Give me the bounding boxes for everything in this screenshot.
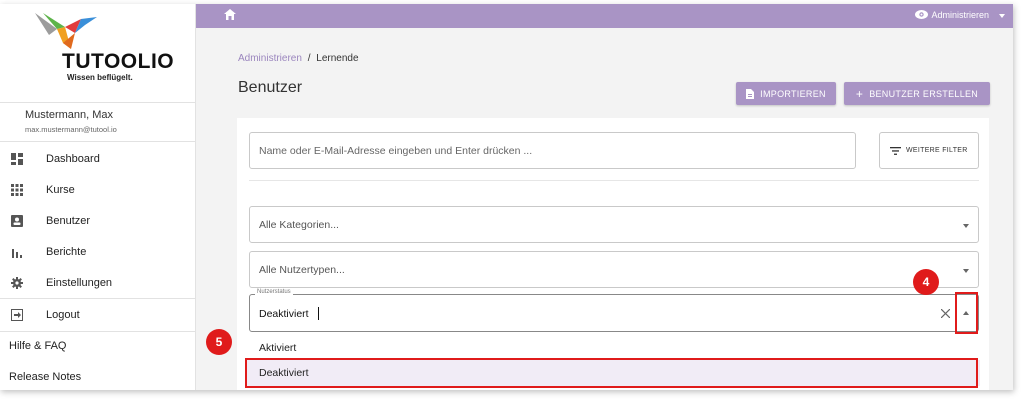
brand-name: TUTOOLIO [62,50,175,73]
import-button[interactable]: IMPORTIEREN [736,82,836,105]
sidebar-item-einstellungen[interactable]: Einstellungen [0,268,196,299]
status-select[interactable]: Deaktiviert [249,294,979,332]
sidebar-item-label: Logout [46,309,80,321]
sidebar-item-dashboard[interactable]: Dashboard [0,144,196,175]
filter-icon [890,147,901,155]
clear-icon[interactable] [941,309,950,318]
text-cursor [318,307,319,320]
sidebar-item-kurse[interactable]: Kurse [0,175,196,206]
breadcrumb-current: Lernende [316,53,359,64]
user-info: Mustermann, Max max.mustermann@tutool.io [0,102,196,142]
chevron-down-icon [963,269,969,273]
sidebar-item-label: Berichte [46,246,87,258]
category-select[interactable]: Alle Kategorien... [249,206,979,243]
chevron-down-icon[interactable] [999,14,1005,18]
sidebar-item-label: Dashboard [46,153,100,165]
sidebar-divider [0,298,196,299]
eye-icon [915,10,928,19]
create-user-button[interactable]: + BENUTZER ERSTELLEN [844,82,990,105]
brand-tagline: Wissen beflügelt. [67,73,133,82]
highlight-box-option [245,358,978,388]
import-button-label: IMPORTIEREN [760,88,826,99]
breadcrumb-parent[interactable]: Administrieren [238,53,302,64]
user-name: Mustermann, Max [25,109,114,121]
grid-icon [11,184,23,196]
home-icon[interactable] [224,9,236,20]
dashboard-icon [11,153,23,165]
category-value: Alle Kategorien... [259,219,339,231]
help-faq-link[interactable]: Hilfe & FAQ [9,340,66,352]
sidebar-item-label: Benutzer [46,215,91,227]
step-badge-5: 5 [206,329,232,355]
status-field-label: Nutzerstatus [255,289,293,295]
breadcrumb-separator: / [307,53,311,64]
bar-chart-icon [12,249,22,258]
user-email: max.mustermann@tutool.io [25,125,117,134]
release-notes-link[interactable]: Release Notes [9,371,81,383]
file-icon [746,88,755,99]
status-value: Deaktiviert [259,308,309,320]
sidebar: TUTOOLIO Wissen beflügelt. Mustermann, M… [0,4,196,390]
divider [249,180,979,181]
create-user-button-label: BENUTZER ERSTELLEN [869,88,979,99]
step-badge-4: 4 [913,269,939,295]
sidebar-item-benutzer[interactable]: Benutzer [0,206,196,237]
logout-icon [11,309,23,321]
search-placeholder: Name oder E-Mail-Adresse eingeben und En… [259,145,533,157]
app-window: TUTOOLIO Wissen beflügelt. Mustermann, M… [0,4,1013,390]
breadcrumb: Administrieren / Lernende [238,53,359,64]
more-filters-button[interactable]: WEITERE FILTER [879,132,979,169]
logo: TUTOOLIO Wissen beflügelt. [0,4,196,102]
gear-icon [11,277,23,289]
hummingbird-logo-icon [35,13,97,49]
page-title: Benutzer [238,79,303,96]
chevron-down-icon [963,224,969,228]
sidebar-item-label: Kurse [46,184,75,196]
option-aktiviert[interactable]: Aktiviert [259,342,296,354]
admin-menu[interactable]: Administrieren [931,10,989,20]
sidebar-item-logout[interactable]: Logout [0,300,196,331]
plus-icon: + [855,86,864,101]
search-input[interactable]: Name oder E-Mail-Adresse eingeben und En… [249,132,856,169]
usertype-select[interactable]: Alle Nutzertypen... [249,251,979,288]
user-card-icon [11,215,23,227]
more-filters-label: WEITERE FILTER [906,147,968,154]
usertype-value: Alle Nutzertypen... [259,264,345,276]
highlight-box-toggle [955,292,978,334]
sidebar-item-label: Einstellungen [46,277,113,289]
top-bar: Administrieren [196,4,1013,28]
sidebar-divider [0,331,196,332]
sidebar-item-berichte[interactable]: Berichte [0,237,196,268]
